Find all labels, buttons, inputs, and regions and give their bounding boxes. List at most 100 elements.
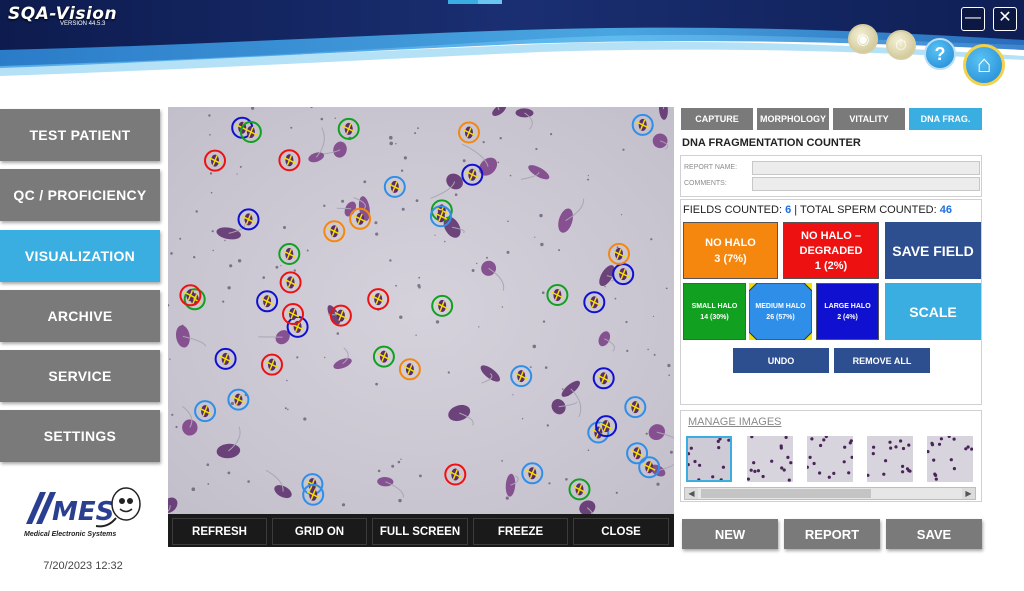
debris-speck: [398, 498, 402, 503]
debris-speck: [395, 143, 397, 145]
microscope-image: [168, 107, 674, 514]
debris-speck: [397, 460, 401, 464]
sidebar-item-qc-proficiency[interactable]: QC / PROFICIENCY: [0, 169, 160, 221]
image-thumbnail[interactable]: [686, 436, 732, 482]
image-thumbnail[interactable]: [747, 436, 793, 482]
debris-speck: [650, 238, 653, 241]
thumbnail-cell: [719, 478, 723, 480]
sidebar-item-visualization[interactable]: VISUALIZATION: [0, 230, 160, 282]
debris-speck: [193, 256, 196, 259]
report-name-label: REPORT NAME:: [684, 164, 738, 171]
thumbnail-cell: [949, 458, 953, 462]
sidebar-item-test-patient[interactable]: TEST PATIENT: [0, 109, 160, 161]
debris-speck: [539, 213, 543, 218]
tab-vitality[interactable]: VITALITY: [833, 108, 905, 130]
debris-speck: [499, 137, 502, 140]
tab-dna-frag[interactable]: DNA FRAG.: [909, 108, 982, 130]
debris-speck: [414, 132, 417, 135]
debris-speck: [363, 180, 367, 184]
thumbnail-cell: [808, 455, 812, 459]
debris-speck: [497, 161, 500, 164]
close-view-button[interactable]: CLOSE: [573, 518, 669, 545]
manage-images-link[interactable]: MANAGE IMAGES: [688, 416, 782, 428]
thumbnail-image: [807, 436, 853, 482]
debris-speck: [587, 175, 589, 177]
scale-button[interactable]: SCALE: [885, 283, 981, 340]
microscope-view[interactable]: [168, 107, 674, 514]
debris-speck: [506, 250, 510, 254]
scroll-left-icon[interactable]: ◀: [685, 488, 698, 499]
medium-halo-counter[interactable]: MEDIUM HALO 26 (57%): [749, 283, 812, 340]
debris-speck: [395, 284, 397, 287]
full-screen-button[interactable]: FULL SCREEN: [372, 518, 468, 545]
debris-speck: [334, 117, 336, 119]
no-halo-counter[interactable]: NO HALO 3 (7%): [683, 222, 778, 279]
timer-button[interactable]: ⏱: [886, 30, 916, 60]
scrollbar-thumb[interactable]: [701, 489, 871, 498]
comments-input[interactable]: [752, 177, 980, 191]
remove-all-button[interactable]: REMOVE ALL: [834, 348, 930, 373]
debris-speck: [212, 249, 214, 252]
debris-speck: [224, 239, 226, 242]
debris-speck: [550, 133, 553, 136]
debris-speck: [652, 315, 655, 317]
debris-speck: [320, 117, 324, 121]
refresh-button[interactable]: REFRESH: [172, 518, 267, 545]
home-button[interactable]: ⌂: [963, 44, 1005, 86]
close-window-button[interactable]: ✕: [993, 7, 1017, 31]
tab-morphology[interactable]: MORPHOLOGY: [757, 108, 829, 130]
freeze-button[interactable]: FREEZE: [473, 518, 568, 545]
debris-speck: [645, 432, 648, 435]
small-halo-counter[interactable]: SMALL HALO 14 (30%): [683, 283, 746, 340]
grid-on-button[interactable]: GRID ON: [272, 518, 367, 545]
debris-speck: [509, 174, 512, 177]
minimize-icon: —: [965, 9, 981, 26]
undo-button[interactable]: UNDO: [733, 348, 829, 373]
sidebar-item-archive[interactable]: ARCHIVE: [0, 290, 160, 342]
image-thumbnail[interactable]: [867, 436, 913, 482]
thumbnail-scrollbar[interactable]: ◀ ▶: [684, 487, 976, 500]
sidebar-item-settings[interactable]: SETTINGS: [0, 410, 160, 462]
thumbnail-cell: [888, 440, 892, 444]
debris-speck: [227, 471, 231, 475]
minimize-button[interactable]: —: [961, 7, 985, 31]
debris-speck: [454, 193, 458, 196]
debris-speck: [447, 371, 450, 374]
save-button[interactable]: SAVE: [886, 519, 982, 549]
no-halo-degraded-counter[interactable]: NO HALO – DEGRADED 1 (2%): [783, 222, 879, 279]
eye-button[interactable]: ◉: [848, 24, 878, 54]
thumbnail-cell: [964, 447, 968, 451]
timer-icon: ⏱: [895, 36, 907, 54]
thumbnail-cell: [832, 471, 836, 475]
new-button[interactable]: NEW: [682, 519, 778, 549]
close-icon: ✕: [998, 9, 1012, 26]
thumbnail-cell: [884, 459, 888, 463]
report-name-input[interactable]: [752, 161, 980, 175]
thumbnail-cell: [761, 474, 765, 479]
debris-speck: [179, 237, 182, 240]
sidebar-item-service[interactable]: SERVICE: [0, 350, 160, 402]
debris-speck: [209, 172, 213, 175]
report-button[interactable]: REPORT: [784, 519, 880, 549]
thumbnail-cell: [789, 461, 793, 465]
thumbnail-cell: [871, 452, 875, 456]
debris-speck: [211, 230, 214, 233]
help-icon: ?: [934, 43, 946, 64]
save-field-button[interactable]: SAVE FIELD: [885, 222, 981, 279]
thumbnail-cell: [753, 469, 757, 473]
debris-speck: [668, 374, 670, 377]
thumbnail-cell: [952, 467, 956, 471]
thumbnail-cell: [711, 475, 715, 479]
no-halo-degraded-label2: DEGRADED: [799, 244, 863, 257]
large-halo-counter[interactable]: LARGE HALO 2 (4%): [816, 283, 879, 340]
debris-speck: [534, 236, 536, 238]
image-thumbnail[interactable]: [807, 436, 853, 482]
debris-speck: [169, 358, 171, 360]
debris-speck: [558, 249, 561, 252]
tab-capture[interactable]: CAPTURE: [681, 108, 753, 130]
scroll-right-icon[interactable]: ▶: [962, 488, 975, 499]
debris-speck: [287, 408, 289, 411]
help-button[interactable]: ?: [924, 38, 956, 70]
image-thumbnail[interactable]: [927, 436, 973, 482]
debris-speck: [667, 363, 671, 368]
